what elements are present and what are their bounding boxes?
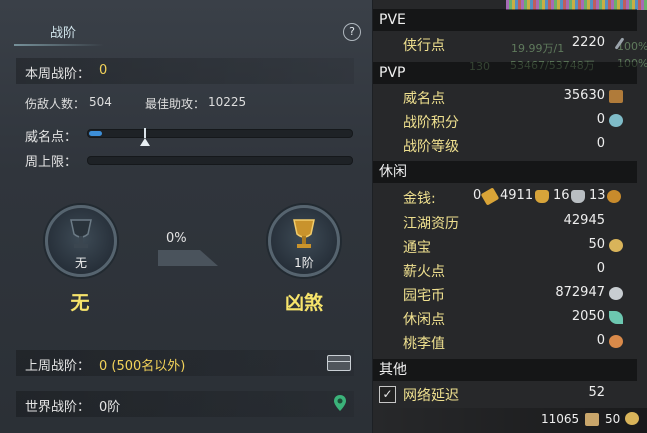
row-name: 桃李值 [403,336,445,352]
section-leisure: 休闲 [373,161,637,183]
weekly-rank-value: 0 [99,63,108,78]
list-item: 战阶等级 0 [373,133,637,157]
row-value: 0 [596,112,605,127]
list-item: 侠行点 2220 [373,32,637,56]
row-name: 威名点 [403,91,445,107]
silver-value: 16 [553,188,570,203]
row-value: 0 [596,261,605,276]
list-item: 薪火点 0 [373,258,637,282]
kills-value: 504 [89,95,112,109]
best-assist-value: 10225 [208,95,247,109]
row-name: 侠行点 [403,38,445,54]
peach-icon [609,335,623,348]
list-item: 桃李值 0 [373,330,637,354]
current-rank-badge[interactable]: 无 [45,205,117,277]
latency-checkbox[interactable]: ✓ [379,386,396,403]
section-other: 其他 [373,359,637,381]
row-value: 35630 [563,88,605,103]
last-week-value: 0 (500名以外) [99,359,186,374]
crystal-icon [609,114,623,127]
copper-value: 13 [589,188,606,203]
progress-arrow [158,250,218,266]
reward-chest-icon[interactable] [327,355,351,371]
list-item: 休闲点 2050 [373,306,637,330]
next-badge-caption: 1阶 [294,256,314,270]
title-underline [14,44,104,46]
prestige-icon [609,90,623,103]
row-value: 42945 [563,213,605,228]
panel-title: 战阶 [50,26,77,41]
gold-ingot-icon [535,190,549,203]
row-name: 通宝 [403,240,431,256]
currency-panel: 19.99万/1 100% 130 53467/53748万 100% PVE … [373,0,647,433]
footer-bar: 11065 50 [373,408,647,433]
copper-coin-icon [607,190,621,203]
panel-header: 战阶 [0,14,372,50]
world-rank-label: 世界战阶： [25,400,91,415]
battle-rank-panel: 战阶 ? 本周战阶： 0 伤敌人数： 504 最佳助攻： 10225 威名点： … [0,0,373,433]
cap-marker-line [144,128,146,138]
prestige-progress-bar [87,129,353,138]
prestige-label: 威名点： [25,130,78,145]
row-value: 52 [588,385,605,400]
best-assist-label: 最佳助攻： [145,97,206,111]
ticket-icon [585,413,599,426]
list-item: 战阶积分 0 [373,109,637,133]
row-name: 江湖资历 [403,216,459,232]
list-item: 威名点 35630 [373,85,637,109]
leaf-icon [609,311,623,324]
row-name: 休闲点 [403,312,445,328]
progress-percent: 0% [166,231,187,246]
golden-trophy-icon [293,219,315,248]
sword-icon [614,37,625,50]
section-pvp: PVP [373,62,637,84]
gold-value: 4911 [500,188,534,203]
money-row: 金钱: 0 4911 16 13 [373,185,637,209]
section-pve: PVE [373,9,637,31]
coin-icon [609,239,623,252]
row-name: 战阶等级 [403,139,459,155]
location-pin-icon[interactable] [333,394,347,412]
money-label: 金钱: [403,191,436,207]
row-value: 2050 [571,309,605,324]
row-name: 网络延迟 [403,388,459,404]
row-value: 50 [588,237,605,252]
empty-trophy-icon [70,219,92,248]
list-item: 江湖资历 42945 [373,210,637,234]
footer-right-value: 50 [605,412,621,426]
footer-left-value: 11065 [541,412,580,426]
list-item: ✓ 网络延迟 52 [373,382,637,406]
world-rank-value: 0阶 [99,400,121,415]
row-name: 园宅币 [403,288,445,304]
current-badge-caption: 无 [74,256,87,270]
help-icon[interactable]: ? [343,23,361,41]
weekly-cap-bar [87,156,353,165]
row-value: 0 [596,333,605,348]
gold-ticket-value: 0 [473,188,482,203]
weekly-cap-label: 周上限： [25,155,78,170]
row-value: 0 [596,136,605,151]
g-coin-icon [609,287,623,300]
coin-icon [625,412,639,425]
last-week-label: 上周战阶： [25,359,91,374]
prestige-progress-fill [89,131,103,136]
row-value: 872947 [555,285,605,300]
next-rank-name: 凶煞 [284,292,323,314]
gold-ticket-icon [480,187,500,206]
kills-label: 伤敌人数： [25,97,86,111]
silver-ingot-icon [571,190,585,203]
cap-marker-icon [140,138,150,146]
row-name: 薪火点 [403,264,445,280]
list-item: 园宅币 872947 [373,282,637,306]
next-rank-badge[interactable]: 1阶 [268,205,340,277]
list-item: 通宝 50 [373,234,637,258]
row-value: 2220 [571,35,605,50]
weekly-rank-label: 本周战阶： [25,67,91,82]
row-name: 战阶积分 [403,115,459,131]
current-rank-name: 无 [70,292,90,314]
